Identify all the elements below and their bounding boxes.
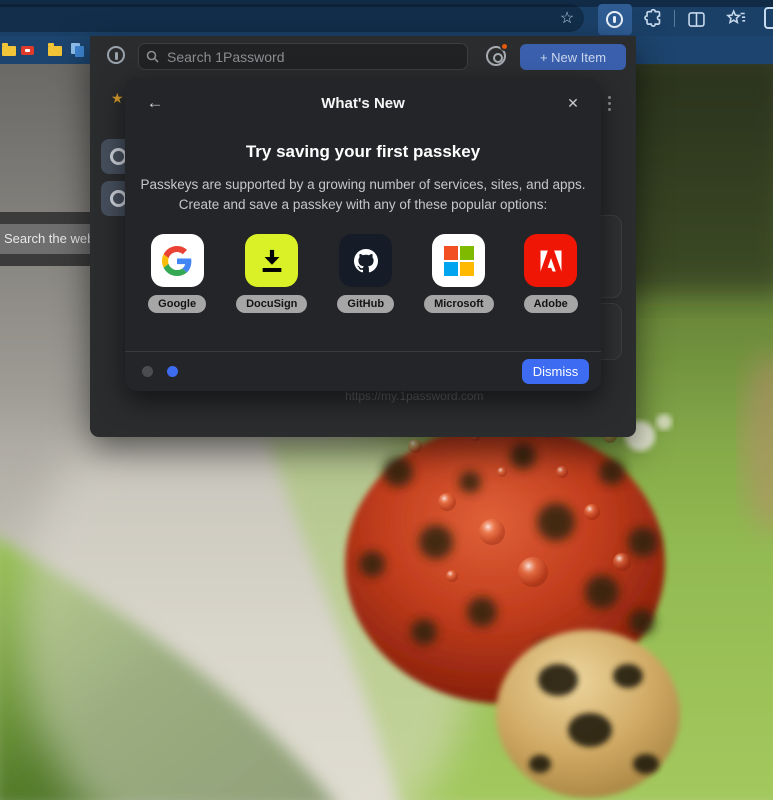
ntp-search-box[interactable]: Search the web: [0, 224, 96, 254]
split-screen-icon[interactable]: [686, 9, 707, 30]
add-favorite-star-icon[interactable]: ☆: [556, 8, 578, 30]
app-label: Adobe: [523, 295, 578, 313]
dialog-heading: Try saving your first passkey: [245, 142, 481, 161]
onepassword-icon: [606, 11, 623, 28]
onepassword-toolbar-button[interactable]: [598, 4, 632, 35]
ntp-search-band: Search the web: [0, 212, 96, 266]
close-icon[interactable]: ✕: [561, 91, 585, 115]
bookmark-pages-icon[interactable]: [71, 43, 85, 57]
whats-new-dialog: ← What's New ✕ Try saving your first pas…: [125, 78, 601, 391]
page-dot-active[interactable]: [167, 366, 178, 377]
onepassword-logo-icon: [107, 46, 125, 64]
edge-sidebar-icon[interactable]: [764, 7, 773, 29]
screen: ☆ Search the web + New I: [0, 0, 773, 800]
extensions-puzzle-icon[interactable]: [643, 8, 665, 30]
docusign-logo-icon: [245, 234, 299, 287]
kebab-menu-icon[interactable]: [608, 96, 612, 114]
ntp-search-placeholder: Search the web: [4, 231, 95, 246]
search-icon: [146, 50, 159, 63]
favorite-item-star-icon: ★: [111, 90, 124, 106]
item-url-text: https://my.1password.com: [345, 389, 484, 403]
browser-toolbar: ☆: [0, 4, 773, 36]
app-tile-docusign[interactable]: DocuSign: [236, 234, 308, 313]
bookmark-folder-icon[interactable]: [48, 43, 62, 56]
app-label: Microsoft: [424, 295, 494, 313]
app-tile-microsoft[interactable]: Microsoft: [424, 234, 494, 313]
new-item-button[interactable]: + New Item: [520, 44, 626, 70]
dialog-title: What's New: [321, 95, 405, 112]
app-tile-adobe[interactable]: Adobe: [523, 234, 578, 313]
bookmark-folder-icon[interactable]: [2, 43, 16, 56]
favorites-bar-star-icon[interactable]: [724, 8, 747, 30]
footer-divider: [125, 351, 601, 352]
adobe-logo-icon: [524, 234, 578, 287]
app-tile-google[interactable]: Google: [148, 234, 207, 313]
notification-dot: [500, 42, 509, 51]
app-label: Google: [148, 295, 207, 313]
dismiss-button[interactable]: Dismiss: [522, 359, 589, 384]
popup-search-input[interactable]: [138, 43, 468, 70]
google-logo-icon: [150, 234, 204, 287]
microsoft-logo-icon: [432, 234, 486, 287]
passkey-app-tiles: Google DocuSign GitHub Microsoft Adobe: [125, 234, 601, 313]
toolbar-divider: [674, 10, 675, 27]
app-tile-github[interactable]: GitHub: [337, 234, 395, 313]
app-label: GitHub: [337, 295, 395, 313]
app-label: DocuSign: [236, 295, 308, 313]
dialog-body-text: Passkeys are supported by a growing numb…: [140, 177, 586, 213]
onepassword-popup: + New Item ★ https://my.1password.com ← …: [90, 36, 636, 437]
github-logo-icon: [339, 234, 393, 287]
page-dot[interactable]: [142, 366, 153, 377]
address-bar[interactable]: [0, 4, 584, 32]
bookmark-site-icon[interactable]: [21, 46, 34, 55]
